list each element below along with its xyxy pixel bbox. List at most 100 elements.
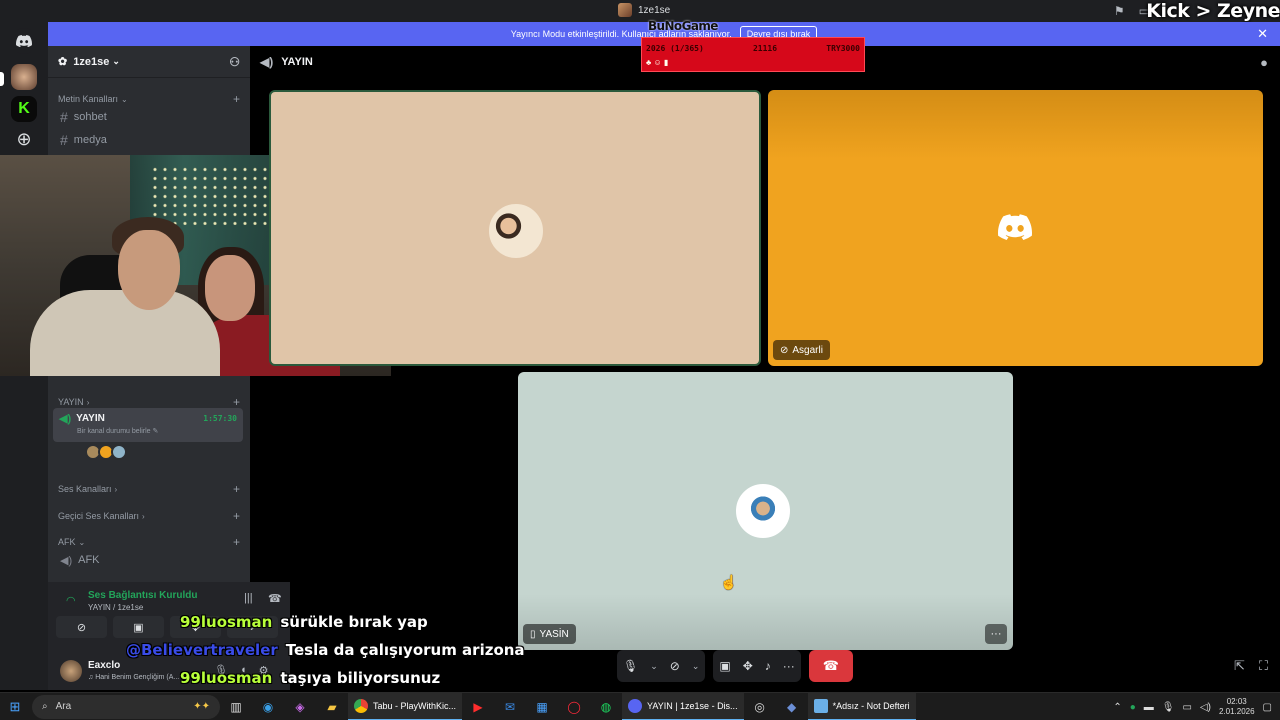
speaker-icon: ◀) — [59, 413, 72, 425]
davinci-icon[interactable]: ◆ — [776, 693, 808, 720]
voice-channel-header: ◀) YAYIN ● — [250, 46, 1280, 78]
copilot-icon[interactable]: ◈ — [284, 693, 316, 720]
obs-icon[interactable]: ◎ — [744, 693, 776, 720]
channel-sohbet[interactable]: # sohbet — [56, 107, 242, 127]
channel-medya[interactable]: # medya — [56, 130, 242, 150]
add-server-icon[interactable]: ⊕ — [11, 126, 37, 152]
speaker-icon: ◀) — [260, 55, 274, 69]
file-explorer-icon[interactable]: ▰ — [316, 693, 348, 720]
add-channel-icon[interactable]: + — [233, 509, 240, 523]
outlook-icon[interactable]: ✉ — [494, 693, 526, 720]
opera-icon[interactable]: ◯ — [558, 693, 590, 720]
channel-label: AFK — [78, 554, 100, 566]
chevron-down-icon[interactable]: ⌄ — [692, 661, 700, 672]
fullscreen-icon[interactable]: ⛶ — [1259, 658, 1268, 674]
edge-icon[interactable]: ◉ — [252, 693, 284, 720]
category-yayin[interactable]: YAYIN › + — [58, 395, 240, 409]
category-label: Ses Kanalları — [58, 484, 112, 494]
avatar[interactable] — [111, 444, 127, 460]
add-channel-icon[interactable]: + — [233, 395, 240, 409]
hand-cursor-icon: ☝ — [720, 574, 738, 590]
server-kick-icon[interactable]: K — [11, 96, 37, 122]
tray-app-icon[interactable]: ▬ — [1144, 702, 1154, 713]
network-icon[interactable]: ▭ — [1182, 702, 1191, 713]
clock[interactable]: 02:03 2.01.2026 — [1219, 697, 1255, 717]
tray-app-icon[interactable]: ● — [1130, 702, 1136, 713]
close-banner-icon[interactable]: ✕ — [1257, 26, 1268, 42]
kick-overlay-text: Kick > Zeyne — [1146, 0, 1280, 22]
store-icon[interactable]: ▦ — [526, 693, 558, 720]
taskbar-search[interactable]: ⌕ Ara ✦✦ — [32, 694, 220, 719]
camera-off-icon[interactable]: ⊘ — [670, 659, 680, 673]
activity-control-group: ▣ ✥ ♪ ··· — [713, 650, 801, 682]
discord-logo-icon — [998, 214, 1032, 240]
chevron-right-icon: › — [142, 511, 145, 521]
avatar — [489, 204, 543, 258]
volume-icon[interactable]: ◁) — [1200, 702, 1211, 713]
participant-tile[interactable] — [269, 90, 761, 366]
camera-off-button[interactable]: ⊘ — [56, 616, 107, 638]
microphone-icon[interactable]: 🎙 — [1162, 702, 1175, 713]
chat-username: @Believertraveler — [126, 641, 278, 659]
screen-share-icon[interactable]: ▣ — [719, 659, 730, 673]
taskbar-app-label: YAYIN | 1ze1se - Dis... — [647, 700, 738, 711]
noise-suppression-icon[interactable]: ||| — [244, 592, 253, 604]
add-channel-icon[interactable]: + — [233, 482, 240, 496]
voice-channel-title: YAYIN — [281, 56, 313, 68]
server-1ze1se-icon[interactable] — [11, 64, 37, 90]
chat-message: 99luosman taşıya biliyorsunuz — [126, 664, 525, 692]
chat-username: 99luosman — [180, 669, 273, 687]
avatar[interactable] — [60, 660, 82, 682]
participant-tile[interactable]: ⊘ Asgarli — [768, 90, 1263, 366]
call-controls: 🎙 ⌄ ⊘ ⌄ ▣ ✥ ♪ ··· ☎ — [617, 650, 853, 682]
activities-icon[interactable]: ✥ — [743, 659, 753, 673]
channel-status-setter[interactable]: Bir kanal durumu belirle ✎ — [77, 427, 237, 435]
notification-icon[interactable]: ▢ — [1263, 702, 1272, 713]
add-channel-icon[interactable]: + — [233, 535, 240, 549]
title-bar-actions: ⚑ ▭ — [1114, 4, 1150, 18]
category-temp-voice[interactable]: Geçici Ses Kanalları › + — [58, 509, 240, 523]
disconnect-icon[interactable]: ☎ — [268, 592, 282, 605]
chevron-down-icon: ⌄ — [78, 537, 86, 547]
add-channel-icon[interactable]: + — [233, 92, 240, 106]
pop-out-icon[interactable]: ⇱ — [1234, 658, 1245, 674]
chevron-right-icon: › — [86, 397, 90, 407]
chevron-up-icon[interactable]: ⌃ — [1113, 702, 1121, 713]
participant-tile[interactable]: ▯ YASİN ··· — [518, 372, 1013, 650]
server-header[interactable]: ✿ 1ze1se ⌄ ⚇ — [48, 46, 250, 78]
taskbar-app-discord[interactable]: YAYIN | 1ze1se - Dis... — [622, 692, 744, 720]
windows-taskbar: ⊞ ⌕ Ara ✦✦ ▥ ◉ ◈ ▰ Tabu - PlayWithKic...… — [0, 692, 1280, 720]
mic-control-group: 🎙 ⌄ ⊘ ⌄ — [617, 650, 706, 682]
mobile-icon: ▯ — [530, 628, 536, 640]
category-text-channels[interactable]: Metin Kanalları ⌄ + — [58, 92, 240, 106]
taskbar-app-label: Tabu - PlayWithKic... — [373, 700, 457, 711]
inbox-icon[interactable]: ⚑ — [1114, 4, 1125, 18]
voice-connected-status[interactable]: Ses Bağlantısı Kuruldu — [88, 590, 197, 601]
taskbar-app-chrome[interactable]: Tabu - PlayWithKic... — [348, 692, 463, 720]
invite-people-icon[interactable]: ⚇ — [229, 55, 240, 69]
windows-start-icon[interactable]: ⊞ — [0, 699, 30, 715]
voice-channel-yayin[interactable]: ◀) YAYIN 1:57:30 Bir kanal durumu belirl… — [53, 408, 243, 442]
soundboard-icon[interactable]: ♪ — [765, 659, 771, 673]
taskbar-app-notepad[interactable]: *Adsız - Not Defteri — [807, 692, 916, 720]
chat-bubble-icon[interactable]: ● — [1260, 55, 1268, 70]
youtube-icon[interactable]: ▶ — [462, 693, 494, 720]
chevron-down-icon[interactable]: ⌄ — [650, 661, 658, 672]
more-icon[interactable]: ··· — [783, 659, 795, 673]
spotify-icon[interactable]: ◍ — [590, 693, 622, 720]
end-call-button[interactable]: ☎ — [808, 650, 853, 682]
category-voice-channels[interactable]: Ses Kanalları › + — [58, 482, 240, 496]
channel-label: medya — [73, 134, 107, 146]
signal-icon[interactable]: ◠ — [66, 594, 76, 607]
chat-message: @Believertraveler Tesla da çalışıyorum a… — [126, 636, 525, 664]
microphone-icon[interactable]: 🎙 — [623, 659, 638, 673]
more-options-icon[interactable]: ··· — [985, 624, 1007, 644]
window-title-bar: 1ze1se ⚑ ▭ — [0, 0, 1280, 22]
participant-name: Asgarli — [792, 344, 823, 356]
category-afk[interactable]: AFK ⌄ + — [58, 535, 240, 549]
stage-corner-actions: ⇱ ⛶ — [1234, 658, 1268, 674]
task-view-icon[interactable]: ▥ — [220, 693, 252, 720]
username[interactable]: Eaxclo — [88, 660, 120, 671]
direct-messages-icon[interactable] — [11, 28, 37, 54]
channel-afk[interactable]: ◀) AFK — [56, 550, 242, 570]
